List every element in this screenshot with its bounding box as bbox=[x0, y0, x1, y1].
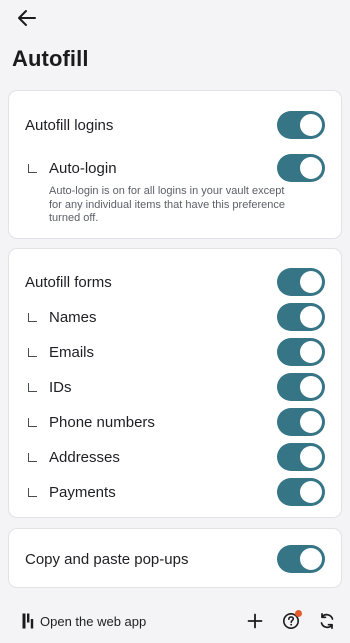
copy-paste-popups-label: Copy and paste pop-ups bbox=[25, 550, 189, 568]
open-web-app-link[interactable]: Open the web app bbox=[22, 610, 146, 632]
sub-item-marker-icon bbox=[28, 348, 37, 357]
auto-login-label: Auto-login bbox=[49, 159, 117, 177]
names-label: Names bbox=[49, 308, 97, 326]
toggle-knob bbox=[300, 157, 322, 179]
toggle-knob bbox=[300, 271, 322, 293]
notification-dot bbox=[295, 610, 302, 617]
copy-paste-popups-card: Copy and paste pop-ups bbox=[8, 528, 342, 588]
copy-paste-popups-toggle[interactable] bbox=[277, 545, 325, 573]
forms-phone-numbers-row: Phone numbers bbox=[9, 407, 341, 437]
toggle-knob bbox=[300, 114, 322, 136]
autofill-forms-label: Autofill forms bbox=[25, 273, 112, 291]
back-button[interactable] bbox=[14, 6, 40, 30]
help-button[interactable] bbox=[280, 610, 302, 632]
sub-item-marker-icon bbox=[28, 164, 37, 173]
toggle-knob bbox=[300, 376, 322, 398]
autofill-logins-label: Autofill logins bbox=[25, 116, 114, 134]
arrow-left-icon bbox=[18, 10, 36, 26]
payments-label: Payments bbox=[49, 483, 116, 501]
toggle-knob bbox=[300, 341, 322, 363]
sync-button[interactable] bbox=[316, 610, 338, 632]
auto-login-row: Auto-login bbox=[9, 153, 341, 183]
auto-login-toggle[interactable] bbox=[277, 154, 325, 182]
payments-toggle[interactable] bbox=[277, 478, 325, 506]
toggle-knob bbox=[300, 306, 322, 328]
autofill-logins-toggle[interactable] bbox=[277, 111, 325, 139]
sub-item-marker-icon bbox=[28, 383, 37, 392]
emails-label: Emails bbox=[49, 343, 95, 361]
auto-login-description: Auto-login is on for all logins in your … bbox=[49, 185, 286, 224]
autofill-logins-row: Autofill logins bbox=[9, 110, 341, 140]
sub-item-marker-icon bbox=[28, 488, 37, 497]
toggle-knob bbox=[300, 481, 322, 503]
toggle-knob bbox=[300, 411, 322, 433]
sub-item-marker-icon bbox=[28, 453, 37, 462]
sub-item-marker-icon bbox=[28, 313, 37, 322]
phone-numbers-label: Phone numbers bbox=[49, 413, 155, 431]
forms-addresses-row: Addresses bbox=[9, 442, 341, 472]
ids-toggle[interactable] bbox=[277, 373, 325, 401]
sync-icon bbox=[320, 612, 334, 630]
ids-label: IDs bbox=[49, 378, 72, 396]
open-web-app-label: Open the web app bbox=[40, 613, 147, 629]
autofill-logins-card: Autofill logins Auto-login Auto-login is… bbox=[8, 90, 342, 239]
copy-paste-popups-row: Copy and paste pop-ups bbox=[9, 544, 341, 574]
forms-names-row: Names bbox=[9, 302, 341, 332]
forms-ids-row: IDs bbox=[9, 372, 341, 402]
top-bar bbox=[0, 0, 350, 38]
phone-numbers-toggle[interactable] bbox=[277, 408, 325, 436]
autofill-forms-row: Autofill forms bbox=[9, 267, 341, 297]
autofill-forms-card: Autofill forms Names Emails IDs Phone nu… bbox=[8, 248, 342, 518]
add-button[interactable] bbox=[244, 610, 266, 632]
toggle-knob bbox=[300, 548, 322, 570]
forms-payments-row: Payments bbox=[9, 477, 341, 507]
bottom-bar: Open the web app bbox=[0, 602, 350, 642]
emails-toggle[interactable] bbox=[277, 338, 325, 366]
toggle-knob bbox=[300, 446, 322, 468]
forms-emails-row: Emails bbox=[9, 337, 341, 367]
add-icon bbox=[247, 613, 263, 629]
addresses-toggle[interactable] bbox=[277, 443, 325, 471]
web-app-logo-icon bbox=[22, 613, 34, 629]
page-title: Autofill bbox=[12, 46, 89, 71]
names-toggle[interactable] bbox=[277, 303, 325, 331]
addresses-label: Addresses bbox=[49, 448, 120, 466]
autofill-forms-toggle[interactable] bbox=[277, 268, 325, 296]
sub-item-marker-icon bbox=[28, 418, 37, 427]
